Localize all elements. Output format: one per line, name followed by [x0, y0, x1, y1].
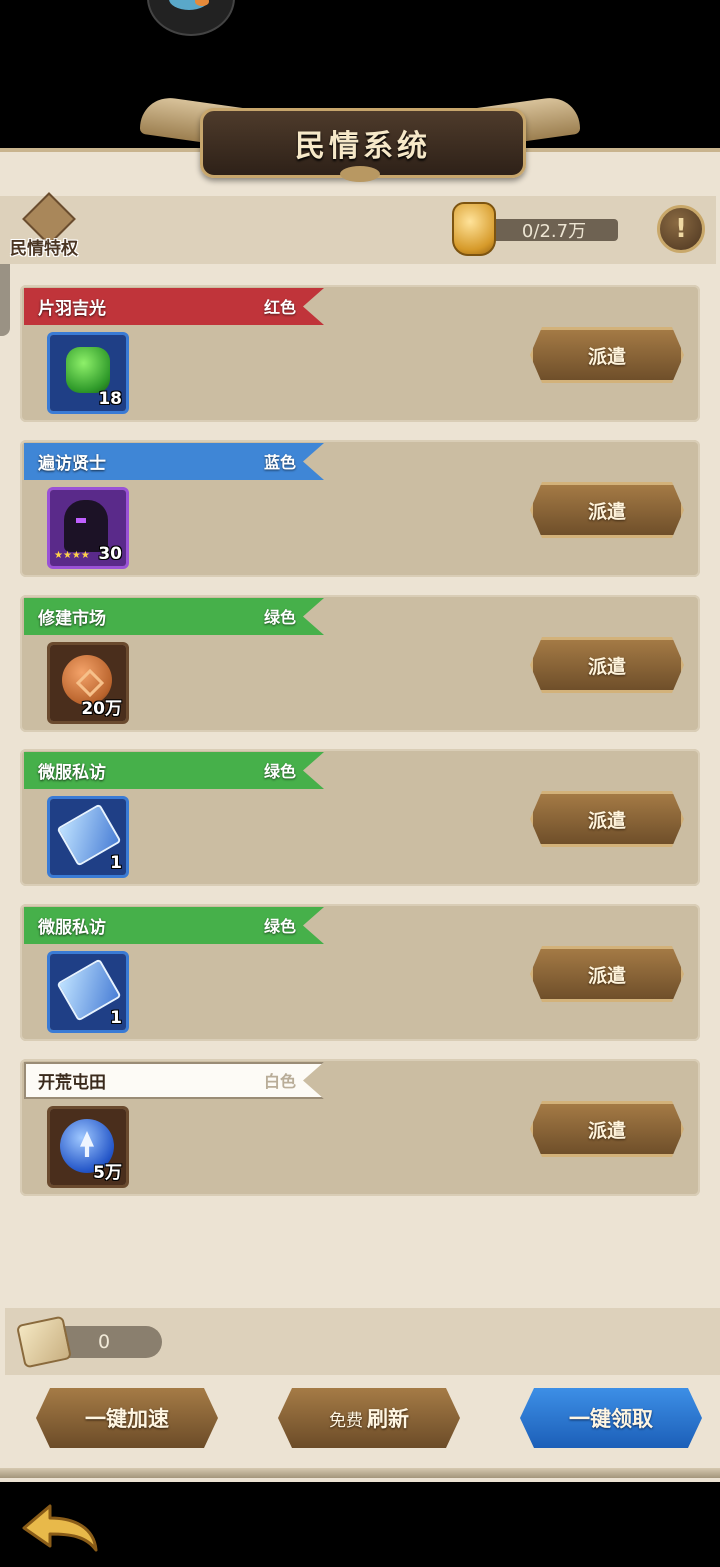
reward-item[interactable]: 18 — [50, 335, 126, 411]
task-card: 修建市场 绿色 20万 派遣 — [20, 595, 700, 732]
task-grade: 绿色 — [263, 762, 296, 781]
item-count: 18 — [98, 389, 122, 409]
task-ribbon: 遍访贤士 蓝色 — [24, 443, 324, 480]
task-card: 遍访贤士 蓝色 ★★★★ 30 派遣 — [20, 440, 700, 577]
scroll-count: 0 — [97, 1331, 111, 1353]
task-ribbon: 微服私访 绿色 — [24, 907, 324, 944]
reward-item[interactable]: ★★★★ 30 — [50, 490, 126, 566]
item-count: 1 — [110, 1008, 122, 1028]
reward-item[interactable]: 5万 — [50, 1109, 126, 1185]
reward-item[interactable]: 1 — [50, 799, 126, 875]
reward-item[interactable]: 20万 — [50, 645, 126, 721]
dispatch-button[interactable]: 派遣 — [530, 327, 684, 383]
info-button[interactable]: ! — [657, 205, 705, 253]
privilege-label[interactable]: 民情特权 — [10, 234, 78, 259]
item-count: 30 — [98, 544, 122, 564]
bottom-rail — [0, 1468, 720, 1478]
task-card: 开荒屯田 白色 5万 派遣 — [20, 1059, 700, 1196]
task-grade: 绿色 — [263, 608, 296, 627]
task-name: 开荒屯田 — [38, 1073, 106, 1093]
task-card: 微服私访 绿色 1 派遣 — [20, 904, 700, 1041]
refresh-label: 刷新 — [367, 1407, 409, 1431]
item-count: 1 — [110, 853, 122, 873]
task-card: 微服私访 绿色 1 派遣 — [20, 749, 700, 886]
exclamation-icon: ! — [675, 214, 687, 244]
title-banner: 民情系统 — [140, 93, 580, 186]
reward-item[interactable]: 1 — [50, 954, 126, 1030]
dispatch-button[interactable]: 派遣 — [530, 482, 684, 538]
task-grade: 红色 — [263, 298, 296, 317]
dispatch-button[interactable]: 派遣 — [530, 791, 684, 847]
task-grade: 白色 — [263, 1072, 296, 1091]
item-count: 20万 — [81, 699, 122, 719]
task-name: 微服私访 — [38, 763, 106, 783]
fin-icon — [195, 0, 209, 6]
task-name: 修建市场 — [38, 609, 106, 629]
fist-icon — [452, 202, 496, 256]
task-ribbon: 开荒屯田 白色 — [24, 1062, 324, 1099]
task-grade: 绿色 — [263, 917, 296, 936]
claim-all-button[interactable]: 一键领取 — [520, 1388, 702, 1448]
guild-avatar[interactable] — [147, 0, 235, 36]
task-name: 遍访贤士 — [38, 454, 106, 474]
banner-ornament — [340, 166, 380, 182]
speed-up-all-button[interactable]: 一键加速 — [36, 1388, 218, 1448]
task-grade: 蓝色 — [263, 453, 296, 472]
task-card: 片羽吉光 红色 18 派遣 — [20, 285, 700, 422]
task-name: 片羽吉光 — [38, 299, 106, 319]
dispatch-label: 派遣 — [587, 345, 626, 368]
dispatch-label: 派遣 — [587, 500, 626, 523]
item-count: 5万 — [93, 1163, 122, 1183]
speed-up-label: 一键加速 — [85, 1407, 169, 1431]
power-progress: 0/2.7万 — [478, 219, 618, 242]
task-name: 微服私访 — [38, 918, 106, 938]
dispatch-label: 派遣 — [587, 964, 626, 987]
task-ribbon: 片羽吉光 红色 — [24, 288, 324, 325]
power-value: 0/2.7万 — [521, 221, 587, 242]
task-ribbon: 修建市场 绿色 — [24, 598, 324, 635]
dispatch-button[interactable]: 派遣 — [530, 946, 684, 1002]
back-button[interactable] — [20, 1500, 100, 1556]
free-refresh-button[interactable]: 免费 刷新 — [278, 1388, 460, 1448]
dispatch-label: 派遣 — [587, 655, 626, 678]
page-title: 民情系统 — [295, 129, 431, 164]
dispatch-label: 派遣 — [587, 809, 626, 832]
claim-all-label: 一键领取 — [569, 1407, 653, 1431]
back-arrow-icon — [22, 1504, 98, 1552]
free-label: 免费 — [329, 1410, 363, 1431]
dispatch-label: 派遣 — [587, 1119, 626, 1142]
dispatch-button[interactable]: 派遣 — [530, 1101, 684, 1157]
task-ribbon: 微服私访 绿色 — [24, 752, 324, 789]
dispatch-button[interactable]: 派遣 — [530, 637, 684, 693]
